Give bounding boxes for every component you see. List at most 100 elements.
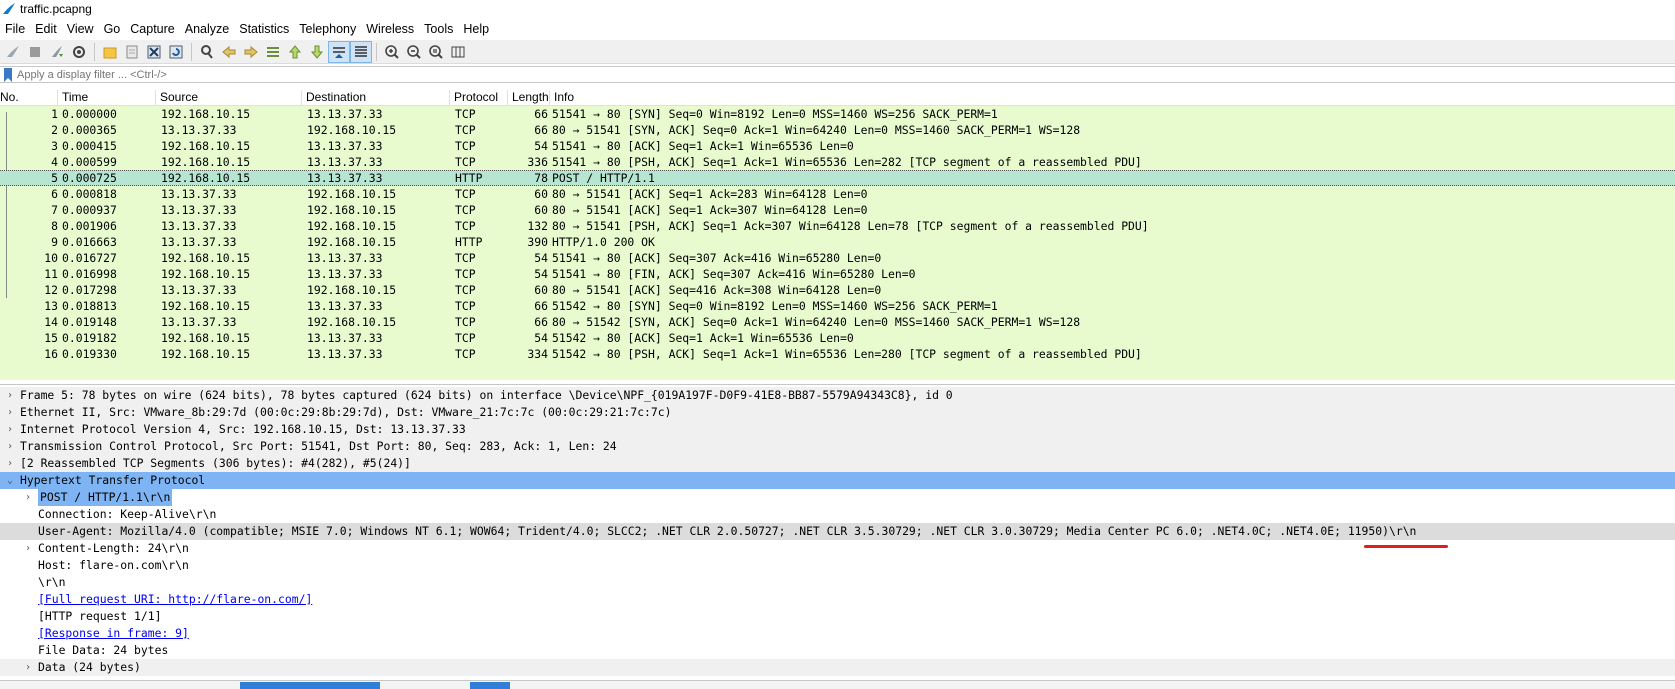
zoom-in-icon [385, 44, 399, 59]
capture-options-button[interactable] [68, 41, 90, 63]
display-filter-input[interactable] [17, 68, 1617, 81]
column-header-source[interactable]: Source [156, 90, 302, 105]
detail-row[interactable]: › Frame 5: 78 bytes on wire (624 bits), 7… [0, 387, 1675, 404]
packet-row[interactable]: 2 0.000365 13.13.37.33 192.168.10.15 TCP 66 80… [0, 122, 1675, 138]
menu-edit[interactable]: Edit [30, 22, 62, 36]
detail-row[interactable]: \r\n [0, 574, 1675, 591]
collapsed-chevron-icon[interactable]: › [23, 489, 33, 506]
packet-row[interactable]: 1 0.000000 192.168.10.15 13.13.37.33 TCP 66 51… [0, 106, 1675, 122]
column-header-info[interactable]: Info [550, 90, 1675, 105]
detail-row[interactable]: Host: flare-on.com\r\n [0, 557, 1675, 574]
close-file-button[interactable] [143, 41, 165, 63]
go-forward-button[interactable] [240, 41, 262, 63]
packet-row[interactable]: 16 0.019330 192.168.10.15 13.13.37.33 TCP 334… [0, 346, 1675, 362]
detail-row[interactable]: ⌄ Hypertext Transfer Protocol [0, 472, 1675, 489]
autoscroll-button[interactable] [328, 40, 350, 63]
column-header-destination[interactable]: Destination [302, 90, 450, 105]
detail-row[interactable]: › Transmission Control Protocol, Src Port… [0, 438, 1675, 455]
save-file-button[interactable] [121, 41, 143, 63]
packet-row[interactable]: 10 0.016727 192.168.10.15 13.13.37.33 TCP 54 5… [0, 250, 1675, 266]
packet-list[interactable]: 1 0.000000 192.168.10.15 13.13.37.33 TCP 66 51… [0, 106, 1675, 380]
menu-help[interactable]: Help [458, 22, 494, 36]
column-header-time[interactable]: Time [58, 90, 156, 105]
packet-row[interactable]: 11 0.016998 192.168.10.15 13.13.37.33 TCP 54 5… [0, 266, 1675, 282]
zoom-in-button[interactable] [381, 41, 403, 63]
open-file-button[interactable] [99, 41, 121, 63]
detail-row[interactable]: › [2 Reassembled TCP Segments (306 bytes)… [0, 455, 1675, 472]
packet-destination: 13.13.37.33 [307, 171, 383, 185]
zoom-normal-icon [429, 44, 443, 59]
start-capture-button[interactable] [2, 41, 24, 63]
menu-capture[interactable]: Capture [125, 22, 179, 36]
red-annotation-underline [1364, 545, 1448, 548]
packet-length: 66 [534, 123, 548, 137]
go-first-packet-button[interactable] [284, 41, 306, 63]
packet-row[interactable]: 15 0.019182 192.168.10.15 13.13.37.33 TCP 54 5… [0, 330, 1675, 346]
packet-length: 54 [534, 331, 548, 345]
packet-length: 66 [534, 315, 548, 329]
packet-row[interactable]: 13 0.018813 192.168.10.15 13.13.37.33 TCP 66 5… [0, 298, 1675, 314]
collapsed-chevron-icon[interactable]: › [5, 404, 15, 421]
packet-details-pane[interactable]: › Frame 5: 78 bytes on wire (624 bits), 7… [0, 384, 1675, 679]
detail-link[interactable]: [Full request URI: http://flare-on.com/] [38, 591, 312, 608]
menu-analyze[interactable]: Analyze [180, 22, 234, 36]
collapsed-chevron-icon[interactable]: › [23, 659, 33, 676]
collapsed-chevron-icon[interactable]: › [5, 421, 15, 438]
detail-row[interactable]: File Data: 24 bytes [0, 642, 1675, 659]
detail-row[interactable]: › Content-Length: 24\r\n [0, 540, 1675, 557]
bookmark-icon[interactable] [3, 67, 13, 82]
menu-telephony[interactable]: Telephony [294, 22, 361, 36]
detail-row[interactable]: › Data (24 bytes) [0, 659, 1675, 676]
zoom-out-button[interactable] [403, 41, 425, 63]
packet-time: 0.000415 [62, 139, 117, 153]
menu-view[interactable]: View [62, 22, 99, 36]
menu-tools[interactable]: Tools [419, 22, 458, 36]
detail-row[interactable]: [Full request URI: http://flare-on.com/] [0, 591, 1675, 608]
packet-row[interactable]: 3 0.000415 192.168.10.15 13.13.37.33 TCP 54 51… [0, 138, 1675, 154]
column-header-length[interactable]: Length [508, 90, 550, 105]
collapsed-chevron-icon[interactable]: › [5, 438, 15, 455]
packet-time: 0.016663 [62, 235, 117, 249]
reload-file-button[interactable] [165, 41, 187, 63]
go-last-packet-button[interactable] [306, 41, 328, 63]
colorize-button[interactable] [350, 40, 372, 63]
packet-row[interactable]: 12 0.017298 13.13.37.33 192.168.10.15 TCP 60 8… [0, 282, 1675, 298]
collapsed-chevron-icon[interactable]: › [5, 387, 15, 404]
menu-go[interactable]: Go [99, 22, 126, 36]
detail-link[interactable]: [Response in frame: 9] [38, 625, 189, 642]
find-packet-button[interactable] [196, 41, 218, 63]
go-back-button[interactable] [218, 41, 240, 63]
detail-row[interactable]: User-Agent: Mozilla/4.0 (compatible; MSI… [0, 523, 1675, 540]
detail-row[interactable]: › POST / HTTP/1.1\r\n [0, 489, 1675, 506]
resize-columns-button[interactable] [447, 41, 469, 63]
column-header-protocol[interactable]: Protocol [450, 90, 508, 105]
restart-capture-button[interactable] [46, 41, 68, 63]
detail-row[interactable]: › Ethernet II, Src: VMware_8b:29:7d (00:0… [0, 404, 1675, 421]
packet-time: 0.016998 [62, 267, 117, 281]
detail-row[interactable]: [HTTP request 1/1] [0, 608, 1675, 625]
normal-size-button[interactable] [425, 41, 447, 63]
menu-wireless[interactable]: Wireless [361, 22, 419, 36]
detail-row[interactable]: › Internet Protocol Version 4, Src: 192.1… [0, 421, 1675, 438]
detail-row[interactable]: [Response in frame: 9] [0, 625, 1675, 642]
menu-statistics[interactable]: Statistics [234, 22, 294, 36]
go-to-packet-button[interactable] [262, 41, 284, 63]
packet-row[interactable]: 8 0.001906 13.13.37.33 192.168.10.15 TCP 132 8… [0, 218, 1675, 234]
packet-row[interactable]: 7 0.000937 13.13.37.33 192.168.10.15 TCP 60 80… [0, 202, 1675, 218]
packet-row[interactable]: 5 0.000725 192.168.10.15 13.13.37.33 HTTP 78 P… [0, 170, 1675, 186]
column-header-no[interactable]: No. [0, 90, 58, 105]
expanded-chevron-icon[interactable]: ⌄ [5, 472, 15, 489]
packet-row[interactable]: 6 0.000818 13.13.37.33 192.168.10.15 TCP 60 80… [0, 186, 1675, 202]
collapsed-chevron-icon[interactable]: › [5, 455, 15, 472]
stop-capture-button[interactable] [24, 41, 46, 63]
collapsed-chevron-icon[interactable]: › [23, 540, 33, 557]
packet-row[interactable]: 4 0.000599 192.168.10.15 13.13.37.33 TCP 336 5… [0, 154, 1675, 170]
packet-row[interactable]: 9 0.016663 13.13.37.33 192.168.10.15 HTTP 390… [0, 234, 1675, 250]
packet-length: 60 [534, 203, 548, 217]
detail-row[interactable]: Connection: Keep-Alive\r\n [0, 506, 1675, 523]
packet-bytes-pane[interactable] [0, 680, 1675, 689]
packet-row[interactable]: 14 0.019148 13.13.37.33 192.168.10.15 TCP 66 8… [0, 314, 1675, 330]
menu-file[interactable]: File [0, 22, 30, 36]
packet-info: 80 → 51541 [ACK] Seq=416 Ack=308 Win=641… [552, 283, 882, 297]
packet-source: 192.168.10.15 [161, 347, 251, 361]
